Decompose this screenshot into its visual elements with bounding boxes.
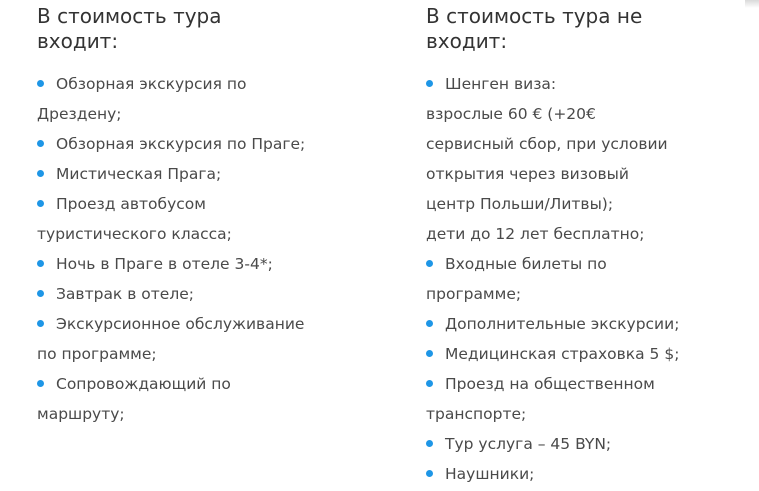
not-included-heading-line-1: В стоимость тура не — [426, 4, 643, 28]
not-included-item-1-line-5: центр Польши/Литвы); — [426, 189, 726, 219]
not-included-list: Шенген виза: взрослые 60 € (+20€ сервисный… — [426, 69, 726, 489]
included-item-text: Обзорная экскурсия по Праге; — [56, 135, 306, 153]
not-included-item-text: сервисный сбор, при условии — [426, 135, 668, 153]
bullet-icon — [37, 380, 44, 387]
bullet-icon — [37, 80, 44, 87]
bullet-icon — [426, 350, 433, 357]
included-item-text: Дрездену; — [37, 105, 122, 123]
included-item-8-line-2: маршруту; — [37, 399, 337, 429]
included-item-text: Мистическая Прага; — [56, 165, 222, 183]
included-item-text: по программе; — [37, 345, 157, 363]
not-included-heading: В стоимость тура не входит: — [426, 0, 726, 54]
included-item-text: Сопровождающий по — [56, 375, 231, 393]
not-included-item-1: Шенген виза: — [426, 69, 726, 99]
bullet-icon — [37, 140, 44, 147]
included-list: Обзорная экскурсия по Дрездену; Обзорная э… — [37, 69, 337, 429]
included-item-text: Ночь в Праге в отеле 3-4*; — [56, 255, 273, 273]
bullet-icon — [426, 470, 433, 477]
not-included-item-text: открытия через визовый — [426, 165, 629, 183]
not-included-item-text: Входные билеты по — [445, 255, 607, 273]
included-item-text: Проезд автобусом — [56, 195, 206, 213]
included-item-1-line-2: Дрездену; — [37, 99, 337, 129]
included-item-4-line-2: туристического класса; — [37, 219, 337, 249]
not-included-item-text: Дополнительные экскурсии; — [445, 315, 680, 333]
included-column: В стоимость тура входит: Обзорная экскур… — [37, 0, 337, 423]
included-item-5: Ночь в Праге в отеле 3-4*; — [37, 249, 337, 279]
not-included-item-text: Медицинская страховка 5 $; — [445, 345, 680, 363]
included-heading: В стоимость тура входит: — [37, 0, 337, 54]
not-included-item-4: Медицинская страховка 5 $; — [426, 339, 726, 369]
included-item-text: Завтрак в отеле; — [56, 285, 195, 303]
bullet-icon — [37, 200, 44, 207]
bullet-icon — [37, 290, 44, 297]
not-included-item-5-line-2: транспорте; — [426, 399, 726, 429]
included-item-text: маршруту; — [37, 405, 125, 423]
bullet-icon — [37, 260, 44, 267]
bullet-icon — [426, 320, 433, 327]
bullet-icon — [426, 440, 433, 447]
not-included-item-text: дети до 12 лет бесплатно; — [426, 225, 645, 243]
included-item-3: Мистическая Прага; — [37, 159, 337, 189]
included-item-2: Обзорная экскурсия по Праге; — [37, 129, 337, 159]
not-included-item-6: Тур услуга – 45 BYN; — [426, 429, 726, 459]
not-included-item-text: центр Польши/Литвы); — [426, 195, 614, 213]
not-included-heading-line-2: входит: — [426, 29, 508, 53]
bullet-icon — [37, 320, 44, 327]
included-item-7: Экскурсионное обслуживание — [37, 309, 337, 339]
not-included-item-text: Проезд на общественном — [445, 375, 655, 393]
included-heading-line-2: входит: — [37, 29, 119, 53]
not-included-item-2: Входные билеты по — [426, 249, 726, 279]
included-heading-line-1: В стоимость тура — [37, 4, 222, 28]
not-included-item-3: Дополнительные экскурсии; — [426, 309, 726, 339]
not-included-item-1-line-6: дети до 12 лет бесплатно; — [426, 219, 726, 249]
not-included-item-5: Проезд на общественном — [426, 369, 726, 399]
not-included-item-1-line-4: открытия через визовый — [426, 159, 726, 189]
not-included-item-text: программе; — [426, 285, 522, 303]
not-included-item-2-line-2: программе; — [426, 279, 726, 309]
not-included-item-text: Шенген виза: — [445, 75, 557, 93]
included-item-7-line-2: по программе; — [37, 339, 337, 369]
included-item-1: Обзорная экскурсия по — [37, 69, 337, 99]
not-included-item-7: Наушники; — [426, 459, 726, 489]
not-included-item-1-line-3: сервисный сбор, при условии — [426, 129, 726, 159]
included-item-text: Обзорная экскурсия по — [56, 75, 247, 93]
bullet-icon — [426, 380, 433, 387]
included-item-8: Сопровождающий по — [37, 369, 337, 399]
included-item-4: Проезд автобусом — [37, 189, 337, 219]
not-included-item-text: транспорте; — [426, 405, 527, 423]
not-included-item-1-line-2: взрослые 60 € (+20€ — [426, 99, 726, 129]
included-item-text: Экскурсионное обслуживание — [56, 315, 305, 333]
bullet-icon — [426, 80, 433, 87]
included-item-6: Завтрак в отеле; — [37, 279, 337, 309]
not-included-item-text: Наушники; — [445, 465, 535, 483]
not-included-column: В стоимость тура не входит: Шенген виза:… — [426, 0, 726, 483]
bullet-icon — [37, 170, 44, 177]
bullet-icon — [426, 260, 433, 267]
included-item-text: туристического класса; — [37, 225, 232, 243]
not-included-item-text: взрослые 60 € (+20€ — [426, 105, 596, 123]
top-edge-shadow — [745, 0, 759, 8]
not-included-item-text: Тур услуга – 45 BYN; — [445, 435, 612, 453]
